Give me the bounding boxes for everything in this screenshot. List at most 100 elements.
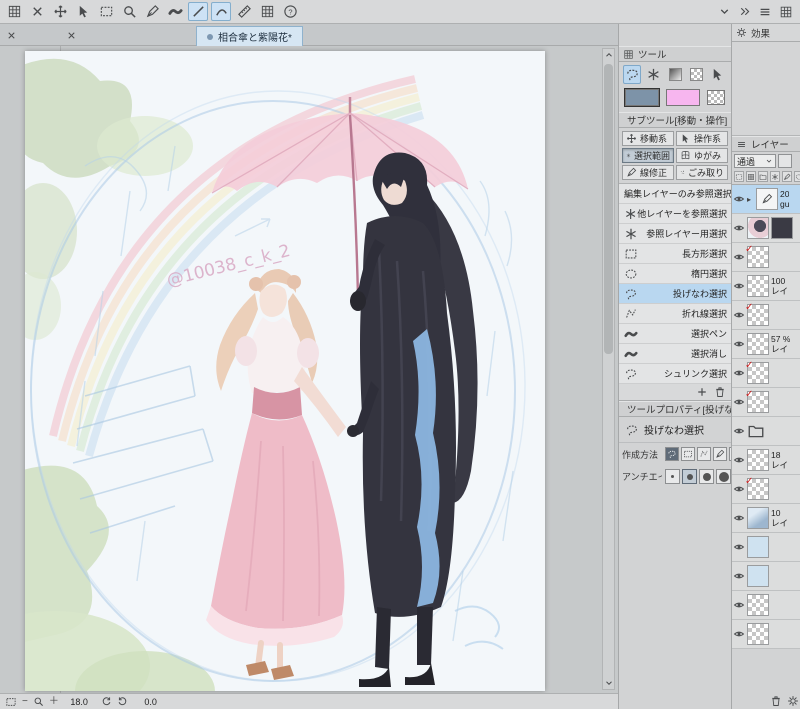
- layer-row[interactable]: 10 レイ: [732, 504, 800, 533]
- layer-thumbnail[interactable]: [747, 449, 769, 471]
- layer-mask-thumbnail[interactable]: [771, 217, 793, 239]
- subtool-item[interactable]: 他レイヤーを参照選択: [619, 204, 731, 224]
- layer-row[interactable]: [732, 214, 800, 243]
- eye-icon[interactable]: [733, 483, 745, 495]
- tool-property-header[interactable]: ツールプロパティ[投げな: [619, 401, 731, 417]
- rotate-cw-icon[interactable]: [117, 696, 128, 707]
- eye-icon[interactable]: [733, 309, 745, 321]
- gradient-tool-icon[interactable]: [666, 65, 684, 84]
- delete-layer-icon[interactable]: [770, 695, 782, 707]
- layer-row[interactable]: ✓: [732, 301, 800, 330]
- tool-panel-header[interactable]: ツール: [619, 46, 731, 62]
- zoom-in-button[interactable]: ＋: [49, 696, 59, 707]
- subtool-item[interactable]: 選択ペン: [619, 324, 731, 344]
- subtool-item[interactable]: 参照レイヤー用選択: [619, 224, 731, 244]
- ruler-icon[interactable]: [234, 2, 254, 21]
- operation-tool-icon[interactable]: [709, 65, 727, 84]
- layer-thumbnail[interactable]: [747, 217, 769, 239]
- eye-icon[interactable]: [733, 541, 745, 553]
- marquee-icon[interactable]: [96, 2, 116, 21]
- subtool-item[interactable]: 楕円選択: [619, 264, 731, 284]
- method-pen-button[interactable]: [713, 447, 727, 461]
- subtool-category-button[interactable]: ごみ取り: [676, 165, 728, 180]
- layer-row[interactable]: ▸ 20 gu: [732, 185, 800, 214]
- eye-icon[interactable]: [733, 193, 745, 205]
- antialias-level-button[interactable]: [682, 469, 697, 484]
- close-dock-icon[interactable]: [4, 28, 18, 42]
- pan-icon[interactable]: [50, 2, 70, 21]
- snap-ruler-icon[interactable]: [188, 2, 208, 21]
- eye-icon[interactable]: [733, 628, 745, 640]
- eye-icon[interactable]: [733, 367, 745, 379]
- draft-layer-icon[interactable]: [782, 171, 792, 182]
- subtool-category-button[interactable]: ゆがみ: [676, 148, 728, 163]
- subtool-panel-header[interactable]: サブツール[移動・操作]: [619, 112, 731, 128]
- method-rect-button[interactable]: [681, 447, 695, 461]
- effects-panel-tab[interactable]: 効果: [732, 24, 800, 42]
- snap-special-icon[interactable]: [211, 2, 231, 21]
- layer-thumbnail[interactable]: [747, 333, 769, 355]
- eye-icon[interactable]: [733, 512, 745, 524]
- layer-thumbnail[interactable]: [747, 507, 769, 529]
- primary-color-swatch[interactable]: [624, 88, 660, 107]
- expander-icon[interactable]: ▸: [747, 195, 754, 204]
- subtool-category-button[interactable]: 選択範囲: [622, 148, 674, 163]
- layer-panel-header[interactable]: レイヤー: [732, 136, 800, 152]
- eye-icon[interactable]: [733, 396, 745, 408]
- blend-mode-select[interactable]: 通過: [734, 154, 776, 168]
- layer-row[interactable]: ✓: [732, 388, 800, 417]
- add-subtool-icon[interactable]: [696, 386, 708, 398]
- layer-row[interactable]: [732, 591, 800, 620]
- operation-icon[interactable]: [73, 2, 93, 21]
- close-icon[interactable]: [27, 2, 47, 21]
- document-tab[interactable]: 相合傘と紫陽花*: [196, 26, 303, 46]
- method-lasso-button[interactable]: [665, 447, 679, 461]
- zoom-value[interactable]: 18.0: [64, 697, 88, 707]
- navigator-icon[interactable]: [5, 696, 17, 708]
- subtool-item[interactable]: シュリンク選択: [619, 364, 731, 384]
- layer-row[interactable]: 18 レイ: [732, 446, 800, 475]
- layer-thumbnail[interactable]: [747, 623, 769, 645]
- eye-icon[interactable]: [733, 222, 745, 234]
- lock-layer-icon[interactable]: [734, 171, 744, 182]
- canvas-page[interactable]: @10038_c_k_2: [25, 51, 545, 691]
- zoom-tool-icon[interactable]: [33, 696, 44, 707]
- workspace-menu-icon[interactable]: [758, 5, 772, 19]
- subtool-item[interactable]: 長方形選択: [619, 244, 731, 264]
- antialias-level-button[interactable]: [699, 469, 714, 484]
- layer-thumbnail[interactable]: [747, 565, 769, 587]
- eye-icon[interactable]: [733, 280, 745, 292]
- palette-dock-icon[interactable]: [779, 5, 793, 19]
- layer-mask-icon[interactable]: [794, 171, 800, 182]
- zoom-icon[interactable]: [119, 2, 139, 21]
- subtool-item[interactable]: 編集レイヤーのみ参照選択: [619, 184, 732, 204]
- subtool-item[interactable]: 選択消し: [619, 344, 731, 364]
- rotate-ccw-icon[interactable]: [101, 696, 112, 707]
- rotation-value[interactable]: 0.0: [133, 697, 157, 707]
- layer-row[interactable]: ✓: [732, 243, 800, 272]
- subtool-item[interactable]: 投げなわ選択: [619, 284, 731, 304]
- subtool-category-button[interactable]: 移動系: [622, 131, 674, 146]
- layer-row[interactable]: ✓: [732, 475, 800, 504]
- delete-subtool-icon[interactable]: [714, 386, 726, 398]
- eye-icon[interactable]: [733, 251, 745, 263]
- layer-settings-icon[interactable]: [787, 695, 799, 707]
- layer-row[interactable]: 100 レイ: [732, 272, 800, 301]
- auto-select-tool-icon[interactable]: [644, 65, 662, 84]
- layer-row[interactable]: 57 % レイ: [732, 330, 800, 359]
- eye-icon[interactable]: [733, 570, 745, 582]
- zoom-out-button[interactable]: −: [22, 696, 28, 707]
- layer-row[interactable]: [732, 417, 800, 446]
- layer-row[interactable]: [732, 533, 800, 562]
- tone-tool-icon[interactable]: [687, 65, 705, 84]
- clip-layer-icon[interactable]: [758, 171, 768, 182]
- brush-icon[interactable]: [165, 2, 185, 21]
- subtool-category-button[interactable]: 操作系: [676, 131, 728, 146]
- pen-icon[interactable]: [142, 2, 162, 21]
- reference-layer-icon[interactable]: [770, 171, 780, 182]
- opacity-field[interactable]: [778, 154, 792, 168]
- scroll-up-icon[interactable]: [603, 49, 614, 61]
- subtool-category-button[interactable]: 線修正: [622, 165, 674, 180]
- lasso-tool-icon[interactable]: [623, 65, 642, 84]
- layer-thumbnail[interactable]: [747, 594, 769, 616]
